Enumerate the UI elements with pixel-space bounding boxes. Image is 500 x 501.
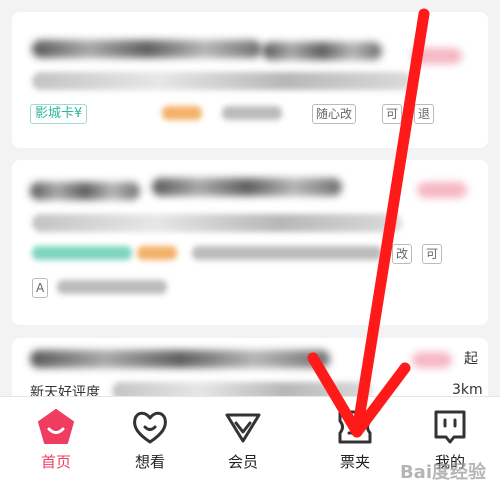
heart-icon	[133, 411, 167, 444]
card-badge: A	[32, 278, 49, 298]
card-title-blurred	[30, 350, 330, 368]
blurred-tag-gray-2	[57, 280, 167, 294]
bottom-tab-bar: 首页 想看 会员 票夹 我的	[0, 396, 500, 501]
card-title-blurred	[32, 40, 262, 58]
profile-icon	[434, 410, 466, 444]
card-side-char: 起	[464, 351, 478, 367]
card-tag-gray-3: 退	[414, 104, 435, 124]
card-title-blurred	[30, 182, 140, 200]
blurred-tag-orange	[162, 106, 202, 120]
watermark: Bai度经验	[399, 462, 486, 483]
card-tag-gray-1: 改	[392, 244, 413, 264]
movie-card-2[interactable]: 改 可 A	[12, 160, 488, 325]
blurred-tag-green	[32, 246, 132, 260]
card-title-blurred-2	[152, 178, 342, 196]
movie-card-1[interactable]: 影城卡¥ 随心改 可 退	[12, 12, 488, 148]
home-icon	[38, 409, 74, 444]
card-subtitle-blurred	[32, 214, 402, 232]
card-title-blurred-2	[262, 42, 382, 60]
member-icon	[225, 413, 261, 443]
card-tag-gray-2: 可	[422, 244, 443, 264]
tab-wishlist-label: 想看	[134, 453, 165, 471]
card-subtitle-blurred	[32, 72, 412, 90]
tab-member-label: 会员	[227, 453, 258, 471]
tab-ticket-label: 票夹	[339, 453, 370, 471]
tab-wishlist[interactable]: 想看	[115, 407, 185, 472]
tab-home-label: 首页	[40, 453, 71, 471]
tab-home[interactable]: 首页	[21, 407, 91, 472]
tab-ticket[interactable]: 票夹	[320, 407, 390, 472]
card-tag-gray-2: 可	[382, 104, 403, 124]
price-blurred	[412, 352, 452, 368]
blurred-tag-orange	[137, 246, 177, 260]
price-blurred	[412, 48, 462, 64]
card-tag-gray-1: 随心改	[312, 104, 357, 124]
price-blurred	[417, 182, 467, 198]
ticket-icon	[338, 410, 372, 444]
blurred-tag-gray	[192, 246, 382, 260]
tab-member[interactable]: 会员	[208, 407, 278, 472]
blurred-tag-gray	[222, 106, 282, 120]
card-tag: 影城卡¥	[30, 104, 88, 124]
